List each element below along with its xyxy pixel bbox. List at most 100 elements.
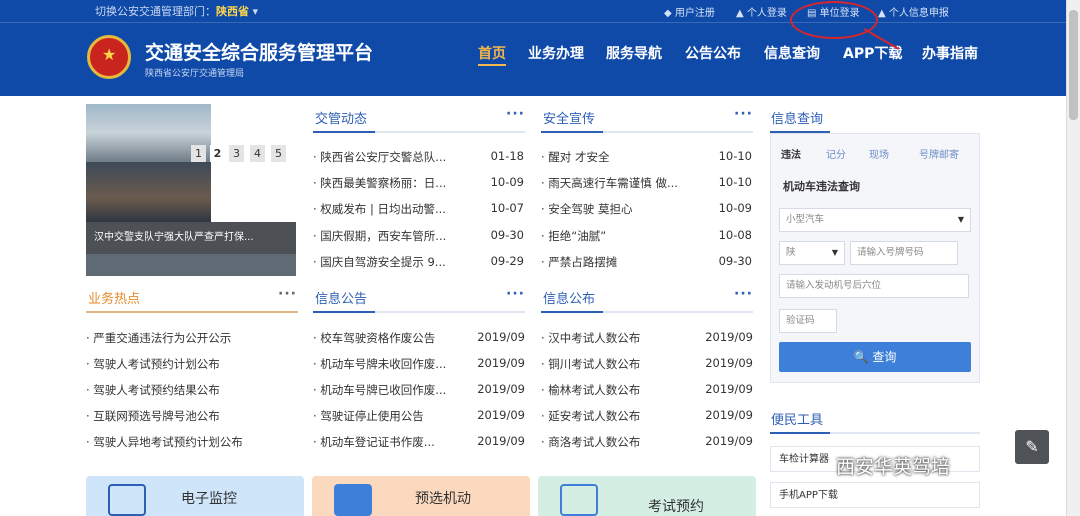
section-title-tools[interactable]: 便民工具 (771, 409, 823, 429)
nav-announcements[interactable]: 公告公布 (685, 43, 741, 63)
slider-page-3[interactable]: 3 (229, 145, 244, 162)
province-select[interactable]: 陕 ▼ (779, 241, 845, 265)
notice-item[interactable]: · 机动车号牌未收回作废... (313, 356, 446, 372)
top-links: ◆ 用户注册 ▲ 个人登录 ▤ 单位登录 ▲ 个人信息申报 (0, 4, 1066, 20)
slider-page-2[interactable]: 2 (210, 145, 225, 162)
slider-photo-blank (211, 104, 296, 222)
nav-service-guide[interactable]: 服务导航 (606, 43, 662, 63)
slider-caption[interactable]: 汉中交警支队宁强大队严查严打保... (86, 222, 296, 254)
hot-item[interactable]: · 严重交通违法行为公开公示 (86, 330, 231, 346)
vehicle-type-select[interactable]: 小型汽车 ▼ (779, 208, 971, 232)
release-date: 2019/09 (705, 330, 753, 344)
release-item[interactable]: · 榆林考试人数公布 (541, 382, 640, 398)
section-title-query[interactable]: 信息查询 (771, 108, 823, 128)
personal-info-link[interactable]: ▲ 个人信息申报 (878, 4, 949, 19)
nav-info-query[interactable]: 信息查询 (764, 43, 820, 63)
section-title-traffic-news[interactable]: 交管动态 (315, 108, 367, 128)
nav-business[interactable]: 业务办理 (528, 43, 584, 63)
section-title-info-release[interactable]: 信息公布 (543, 288, 595, 308)
release-date: 2019/09 (705, 434, 753, 448)
notice-item[interactable]: · 校车驾驶资格作废公告 (313, 330, 435, 346)
query-panel: 违法 记分 现场 号牌邮寄 机动车违法查询 小型汽车 ▼ 陕 ▼ 请输入号牌号码… (770, 133, 980, 383)
nav-home[interactable]: 首页 (478, 43, 506, 63)
hot-item[interactable]: · 驾驶人考试预约结果公布 (86, 382, 220, 398)
safety-date: 10-10 (718, 175, 752, 189)
captcha-input[interactable]: 验证码 (779, 309, 837, 333)
more-icon[interactable]: ··· (734, 286, 753, 302)
section-divider-accent (313, 311, 375, 313)
notice-item[interactable]: · 机动车登记证书作废... (313, 434, 435, 450)
personal-login-link[interactable]: ▲ 个人登录 (736, 4, 787, 19)
news-item[interactable]: · 国庆假期，西安车管所... (313, 228, 446, 244)
release-item[interactable]: · 铜川考试人数公布 (541, 356, 640, 372)
slider-photo (86, 162, 211, 222)
engine-number-input[interactable]: 请输入发动机号后六位 (779, 274, 969, 298)
release-date: 2019/09 (705, 408, 753, 422)
news-item[interactable]: · 国庆自驾游安全提示 9... (313, 254, 446, 270)
province-value: 陕 (786, 247, 796, 258)
watermark-text: 西安华英驾培 (836, 456, 951, 478)
edit-icon[interactable]: ✎ (1015, 430, 1049, 464)
safety-item[interactable]: · 醒对 才安全 (541, 149, 609, 165)
release-item[interactable]: · 商洛考试人数公布 (541, 434, 640, 450)
news-item[interactable]: · 陕西省公安厅交警总队... (313, 149, 446, 165)
release-item[interactable]: · 汉中考试人数公布 (541, 330, 640, 346)
more-icon[interactable]: ··· (734, 106, 753, 122)
tool-item[interactable]: 手机APP下载 (770, 482, 980, 508)
more-icon[interactable]: ··· (278, 286, 297, 302)
safety-date: 10-10 (718, 149, 752, 163)
hot-item[interactable]: · 驾驶人考试预约计划公布 (86, 356, 220, 372)
card-preselect-plate[interactable]: 预选机动 (312, 476, 530, 516)
news-item[interactable]: · 陕西最美警察杨丽：日... (313, 175, 446, 191)
safety-item[interactable]: · 拒绝“油腻” (541, 228, 606, 244)
slider-page-1[interactable]: 1 (191, 145, 206, 162)
scrollbar-thumb[interactable] (1069, 10, 1078, 120)
card-exam-booking[interactable]: 考试预约 (538, 476, 756, 516)
notice-date: 2019/09 (477, 356, 525, 370)
safety-date: 09-30 (718, 254, 752, 268)
card-title: 考试预约 (648, 499, 704, 515)
monitor-icon (108, 484, 146, 516)
tab-onsite[interactable]: 现场 (869, 146, 889, 161)
notice-item[interactable]: · 驾驶证停止使用公告 (313, 408, 424, 424)
vertical-scrollbar[interactable] (1066, 0, 1080, 516)
plate-number-input[interactable]: 请输入号牌号码 (850, 241, 958, 265)
hot-item[interactable]: · 互联网预选号牌号池公布 (86, 408, 220, 424)
header-divider (0, 22, 1066, 23)
more-icon[interactable]: ··· (506, 106, 525, 122)
section-title-notices[interactable]: 信息公告 (315, 288, 367, 308)
section-divider-accent (541, 131, 603, 133)
red-circle-annotation (790, 1, 878, 39)
section-title-safety[interactable]: 安全宣传 (543, 108, 595, 128)
notice-item[interactable]: · 机动车号牌已收回作废... (313, 382, 446, 398)
nav-guide[interactable]: 办事指南 (922, 43, 978, 63)
safety-item[interactable]: · 严禁占路摆摊 (541, 254, 617, 270)
safety-item[interactable]: · 雨天高速行车需谨慎 做... (541, 175, 678, 191)
card-title: 电子监控 (181, 491, 237, 507)
more-icon[interactable]: ··· (506, 286, 525, 302)
release-date: 2019/09 (705, 356, 753, 370)
search-icon: 🔍 (853, 350, 869, 364)
vehicle-type-value: 小型汽车 (786, 214, 825, 225)
notice-date: 2019/09 (477, 434, 525, 448)
safety-item[interactable]: · 安全驾驶 莫担心 (541, 201, 632, 217)
slider-pager (86, 254, 296, 276)
section-title-hot[interactable]: 业务热点 (88, 288, 140, 308)
tab-points[interactable]: 记分 (826, 146, 846, 161)
site-subtitle: 陕西省公安厅交通管理局 (145, 69, 245, 79)
tab-violation[interactable]: 违法 (781, 146, 801, 161)
news-item[interactable]: · 权威发布 | 日均出动警... (313, 201, 446, 217)
safety-date: 10-08 (718, 228, 752, 242)
hot-item[interactable]: · 驾驶人异地考试预约计划公布 (86, 434, 243, 450)
card-e-monitor[interactable]: 电子监控 (86, 476, 304, 516)
query-button[interactable]: 🔍 查询 (779, 342, 971, 372)
release-item[interactable]: · 延安考试人数公布 (541, 408, 640, 424)
section-divider-accent (541, 311, 603, 313)
tab-plate-mail[interactable]: 号牌邮寄 (919, 146, 959, 161)
chevron-down-icon: ▼ (831, 248, 838, 257)
register-link[interactable]: ◆ 用户注册 (664, 4, 715, 19)
slider-page-4[interactable]: 4 (250, 145, 265, 162)
police-emblem-icon (87, 35, 131, 79)
news-slider[interactable]: 汉中交警支队宁强大队严查严打保... (86, 104, 296, 276)
slider-page-5[interactable]: 5 (271, 145, 286, 162)
